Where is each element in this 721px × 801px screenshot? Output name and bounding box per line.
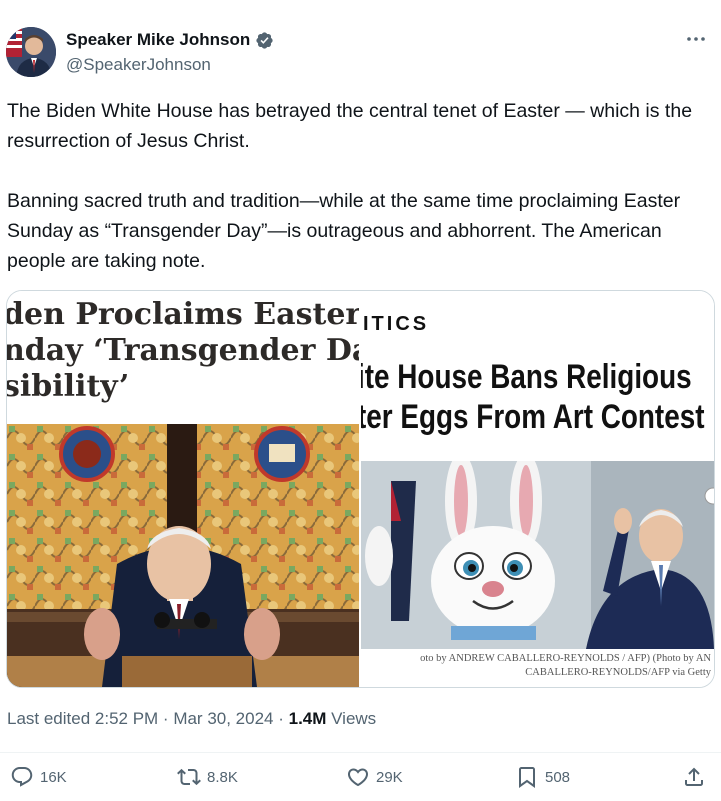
media-grid[interactable]: den Proclaims Easter nday ‘Transgender D… — [6, 290, 715, 688]
like-button[interactable]: 29K — [346, 765, 403, 789]
headline-line: den Proclaims Easter — [7, 297, 359, 332]
headline-line: ter Eggs From Art Contest — [361, 398, 705, 436]
views-count[interactable]: 1.4M — [289, 709, 327, 728]
bookmark-count: 508 — [545, 768, 571, 786]
like-icon — [347, 768, 369, 787]
photo-credit: oto by ANDREW CABALLERO-REYNOLDS / AFP) … — [361, 652, 713, 680]
display-name[interactable]: Speaker Mike Johnson — [66, 30, 250, 50]
share-icon — [685, 767, 703, 786]
avatar[interactable] — [6, 27, 56, 77]
repost-count: 8.8K — [207, 768, 238, 786]
media-image-right[interactable]: ITICS ite House Bans Religious ter Eggs … — [361, 291, 714, 687]
edited-timestamp[interactable]: Last edited 2:52 PM · Mar 30, 2024 · — [7, 709, 289, 728]
views-label: Views — [326, 709, 377, 728]
article-headline: den Proclaims Easter nday ‘Transgender D… — [7, 297, 359, 405]
reply-count: 16K — [40, 768, 67, 786]
share-button[interactable] — [682, 765, 706, 789]
reply-button[interactable]: 16K — [10, 765, 67, 789]
divider — [0, 752, 721, 753]
media-image-left[interactable]: den Proclaims Easter nday ‘Transgender D… — [7, 291, 359, 687]
tweet-paragraph: Banning sacred truth and tradition—while… — [7, 190, 681, 272]
bookmark-button[interactable]: 508 — [515, 765, 570, 789]
tweet-text: The Biden White House has betrayed the c… — [7, 96, 713, 276]
action-bar: 16K 8.8K 29K 508 — [0, 765, 721, 801]
repost-icon — [177, 768, 201, 786]
tweet-meta: Last edited 2:52 PM · Mar 30, 2024 · 1.4… — [7, 709, 376, 729]
headline-line: sibility’ — [7, 369, 130, 404]
like-count: 29K — [376, 768, 403, 786]
reply-icon — [11, 767, 33, 787]
church-stained-glass-photo — [7, 424, 359, 687]
tweet-header: Speaker Mike Johnson @SpeakerJohnson — [0, 0, 721, 90]
caption-line: CABALLERO-REYNOLDS/AFP via Getty — [525, 667, 711, 678]
handle[interactable]: @SpeakerJohnson — [66, 55, 211, 75]
verified-badge-icon[interactable] — [255, 31, 274, 50]
tweet-paragraph: The Biden White House has betrayed the c… — [7, 100, 693, 152]
headline-line: nday ‘Transgender Day — [7, 333, 359, 368]
easter-bunny-photo — [361, 461, 714, 649]
section-label: ITICS — [363, 313, 430, 335]
article-headline: ite House Bans Religious ter Eggs From A… — [361, 357, 705, 437]
bookmark-icon — [519, 767, 535, 788]
headline-line: ite House Bans Religious — [361, 358, 692, 396]
more-icon[interactable] — [681, 24, 711, 54]
name-row: Speaker Mike Johnson — [66, 30, 274, 50]
repost-button[interactable]: 8.8K — [177, 765, 238, 789]
caption-line: oto by ANDREW CABALLERO-REYNOLDS / AFP) … — [420, 653, 711, 664]
